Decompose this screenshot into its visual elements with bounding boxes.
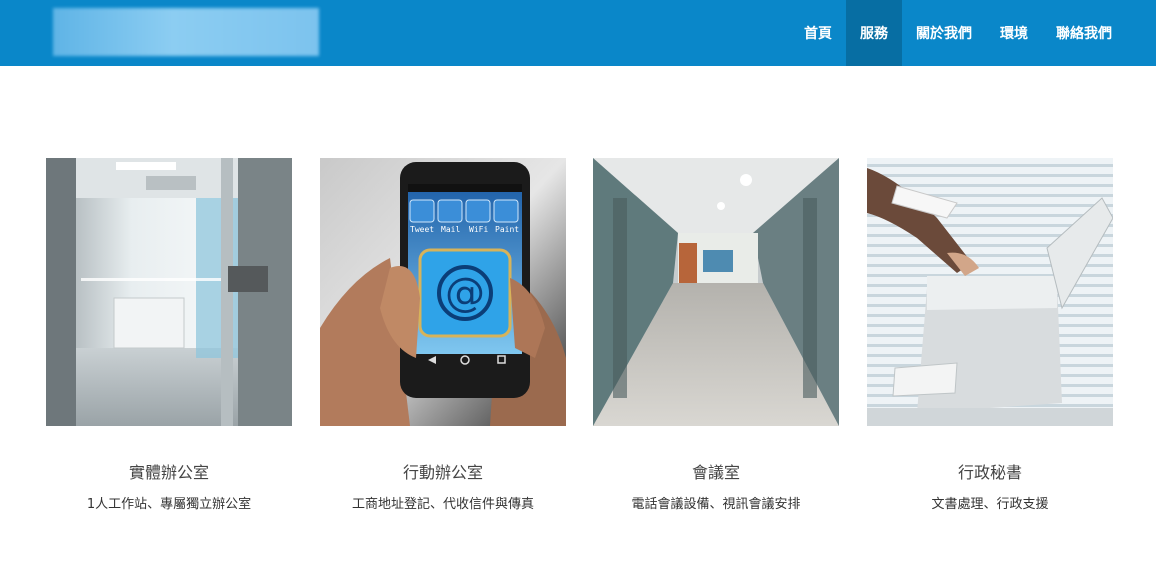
main-nav: 首頁 服務 關於我們 環境 聯絡我們 bbox=[790, 0, 1126, 66]
service-card-admin-secretary[interactable]: 行政秘書 文書處理、行政支援 bbox=[867, 158, 1113, 512]
phone-app-label: Paint bbox=[495, 225, 519, 234]
glass-door-office-photo[interactable] bbox=[46, 158, 292, 426]
service-title: 會議室 bbox=[691, 463, 740, 482]
printer-scanner-photo[interactable] bbox=[867, 158, 1113, 426]
smartphone-email-photo[interactable]: Tweet Mail WiFi Paint @ bbox=[320, 158, 566, 426]
nav-item-environment[interactable]: 環境 bbox=[986, 0, 1042, 66]
service-description: 1人工作站、專屬獨立辦公室 bbox=[86, 497, 252, 512]
header-bar: 首頁 服務 關於我們 環境 聯絡我們 bbox=[0, 0, 1156, 66]
phone-app-label: WiFi bbox=[469, 225, 488, 234]
nav-item-about[interactable]: 關於我們 bbox=[902, 0, 986, 66]
service-card-meeting-room[interactable]: 會議室 電話會議設備、視訊會議安排 bbox=[593, 158, 839, 512]
office-corridor-photo[interactable] bbox=[593, 158, 839, 426]
service-card-mobile-office[interactable]: Tweet Mail WiFi Paint @ 行動辦公室 工商地址登記、代收信… bbox=[320, 158, 566, 512]
service-description: 工商地址登記、代收信件與傳真 bbox=[351, 497, 534, 512]
service-title: 行動辦公室 bbox=[402, 463, 483, 482]
phone-app-label: Tweet bbox=[410, 225, 434, 234]
service-title: 行政秘書 bbox=[957, 463, 1022, 482]
phone-app-label: Mail bbox=[441, 225, 460, 234]
nav-item-contact[interactable]: 聯絡我們 bbox=[1042, 0, 1126, 66]
site-logo[interactable] bbox=[53, 8, 319, 56]
service-description: 電話會議設備、視訊會議安排 bbox=[631, 497, 801, 512]
nav-item-home[interactable]: 首頁 bbox=[790, 0, 846, 66]
svg-text:@: @ bbox=[445, 270, 485, 316]
service-card-physical-office[interactable]: 實體辦公室 1人工作站、專屬獨立辦公室 bbox=[46, 158, 292, 512]
service-title: 實體辦公室 bbox=[128, 463, 209, 482]
nav-item-services[interactable]: 服務 bbox=[846, 0, 902, 66]
service-description: 文書處理、行政支援 bbox=[931, 497, 1049, 512]
